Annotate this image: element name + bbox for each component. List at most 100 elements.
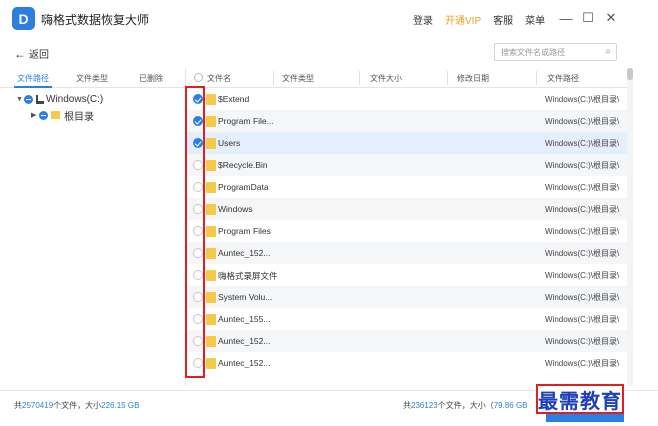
table-row[interactable]: $Recycle.Bin Windows(C:)\根目录\ xyxy=(187,154,627,176)
folder-icon xyxy=(206,314,216,325)
file-path: Windows(C:)\根目录\ xyxy=(545,293,620,302)
table-row[interactable]: Program File... Windows(C:)\根目录\ xyxy=(187,110,627,132)
close-button[interactable]: ✕ xyxy=(603,9,619,27)
file-path: Windows(C:)\根目录\ xyxy=(545,271,620,280)
file-name: Program Files xyxy=(218,226,271,236)
folder-icon xyxy=(206,160,216,171)
search-box: ⌕ xyxy=(494,43,617,61)
column-header-date[interactable]: 修改日期 xyxy=(457,73,489,84)
table-row[interactable]: Auntec_155... Windows(C:)\根目录\ xyxy=(187,308,627,330)
partial-check-icon[interactable] xyxy=(39,110,48,120)
checkbox-column-highlight xyxy=(185,86,205,378)
left-tabs: 文件路径 文件类型 已删除 xyxy=(0,68,186,88)
file-name: Auntec_152... xyxy=(218,358,271,368)
folder-icon xyxy=(206,248,216,259)
folder-icon xyxy=(206,138,216,149)
search-icon[interactable]: ⌕ xyxy=(605,46,611,57)
scrollbar-thumb[interactable] xyxy=(627,68,633,80)
partial-check-icon[interactable] xyxy=(24,94,33,104)
vertical-scrollbar[interactable] xyxy=(627,68,633,386)
folder-icon xyxy=(206,116,216,127)
column-divider xyxy=(273,71,274,85)
tree-item-label: Windows(C:) xyxy=(46,93,104,105)
service-link[interactable]: 客服 xyxy=(493,12,513,27)
left-panel: 文件路径 文件类型 已删除 ▼ Windows(C:) ▶ 根目录 xyxy=(0,68,186,386)
tab-file-type[interactable]: 文件类型 xyxy=(76,73,108,84)
file-path: Windows(C:)\根目录\ xyxy=(545,117,620,126)
expand-right-icon[interactable]: ▶ xyxy=(31,111,39,119)
drive-icon xyxy=(36,94,44,104)
table-row[interactable]: Auntec_152... Windows(C:)\根目录\ xyxy=(187,352,627,374)
file-path: Windows(C:)\根目录\ xyxy=(545,139,620,148)
column-divider xyxy=(536,71,537,85)
folder-icon xyxy=(206,182,216,193)
file-name: System Volu... xyxy=(218,292,273,302)
table-row[interactable]: Program Files Windows(C:)\根目录\ xyxy=(187,220,627,242)
column-header-path[interactable]: 文件路径 xyxy=(547,73,579,84)
table-row[interactable]: $Extend Windows(C:)\根目录\ xyxy=(187,88,627,110)
back-button[interactable]: ← 返回 xyxy=(14,46,49,62)
tab-file-path[interactable]: 文件路径 xyxy=(17,73,49,84)
folder-icon xyxy=(206,292,216,303)
vip-link[interactable]: 开通VIP xyxy=(445,12,481,27)
folder-icon xyxy=(206,226,216,237)
column-divider xyxy=(447,71,448,85)
maximize-button[interactable]: ☐ xyxy=(580,9,596,27)
tree-item-root-dir[interactable]: ▶ 根目录 xyxy=(31,107,94,123)
arrow-left-icon: ← xyxy=(14,46,26,61)
folder-icon xyxy=(206,358,216,369)
file-name: Auntec_152... xyxy=(218,336,271,346)
table-row[interactable]: 嗨格式录屏文件 Windows(C:)\根目录\ xyxy=(187,264,627,286)
column-header-type[interactable]: 文件类型 xyxy=(282,73,314,84)
file-path: Windows(C:)\根目录\ xyxy=(545,337,620,346)
table-row[interactable]: Auntec_152... Windows(C:)\根目录\ xyxy=(187,242,627,264)
column-header-size[interactable]: 文件大小 xyxy=(370,73,402,84)
toolbar: ← 返回 ⌕ xyxy=(0,38,658,68)
tab-deleted[interactable]: 已删除 xyxy=(139,73,163,84)
app-logo-icon: D xyxy=(12,7,35,30)
table-header: 文件名 文件类型 文件大小 修改日期 文件路径 xyxy=(187,68,627,88)
folder-icon xyxy=(206,94,216,105)
file-path: Windows(C:)\根目录\ xyxy=(545,183,620,192)
app-title: 嗨格式数据恢复大师 xyxy=(41,13,150,27)
file-path: Windows(C:)\根目录\ xyxy=(545,205,620,214)
back-label: 返回 xyxy=(29,50,49,61)
file-path: Windows(C:)\根目录\ xyxy=(545,315,620,324)
column-header-name[interactable]: 文件名 xyxy=(207,73,231,84)
watermark-logo: 最需教育 xyxy=(536,384,624,414)
tree-item-drive-c[interactable]: ▼ Windows(C:) xyxy=(16,91,103,107)
table-row[interactable]: System Volu... Windows(C:)\根目录\ xyxy=(187,286,627,308)
title-bar: D 嗨格式数据恢复大师 登录 开通VIP 客服 菜单 — ☐ ✕ xyxy=(0,0,658,38)
table-row[interactable]: Windows Windows(C:)\根目录\ xyxy=(187,198,627,220)
folder-icon xyxy=(51,111,60,119)
file-name: Auntec_155... xyxy=(218,314,271,324)
search-input[interactable] xyxy=(501,47,601,57)
menu-link[interactable]: 菜单 xyxy=(525,12,545,27)
minimize-button[interactable]: — xyxy=(558,9,574,27)
expand-down-icon[interactable]: ▼ xyxy=(16,96,24,103)
file-table: 文件名 文件类型 文件大小 修改日期 文件路径 $Extend Windows(C… xyxy=(187,68,627,386)
folder-icon xyxy=(206,204,216,215)
file-name: ProgramData xyxy=(218,182,269,192)
file-name: $Recycle.Bin xyxy=(218,160,268,170)
folder-icon xyxy=(206,336,216,347)
header-actions: 登录 开通VIP 客服 菜单 xyxy=(413,12,545,27)
total-files-status: 共2570419个文件，大小226.15 GB xyxy=(14,401,140,410)
file-path: Windows(C:)\根目录\ xyxy=(545,359,620,368)
tree-item-label: 根目录 xyxy=(64,111,94,123)
table-row[interactable]: Auntec_152... Windows(C:)\根目录\ xyxy=(187,330,627,352)
table-row[interactable]: Users Windows(C:)\根目录\ xyxy=(187,132,627,154)
table-row[interactable]: ProgramData Windows(C:)\根目录\ xyxy=(187,176,627,198)
selected-files-status: 共236123个文件，大小（79.86 GB xyxy=(403,401,528,410)
file-path: Windows(C:)\根目录\ xyxy=(545,95,620,104)
file-name: Users xyxy=(218,138,241,148)
select-all-checkbox[interactable] xyxy=(194,73,203,82)
file-name: 嗨格式录屏文件 xyxy=(218,271,278,281)
file-name: $Extend xyxy=(218,94,250,104)
active-tab-indicator xyxy=(14,86,52,88)
file-name: Program File... xyxy=(218,116,274,126)
login-link[interactable]: 登录 xyxy=(413,12,433,27)
folder-icon xyxy=(206,270,216,281)
file-name: Windows xyxy=(218,204,253,214)
file-path: Windows(C:)\根目录\ xyxy=(545,161,620,170)
